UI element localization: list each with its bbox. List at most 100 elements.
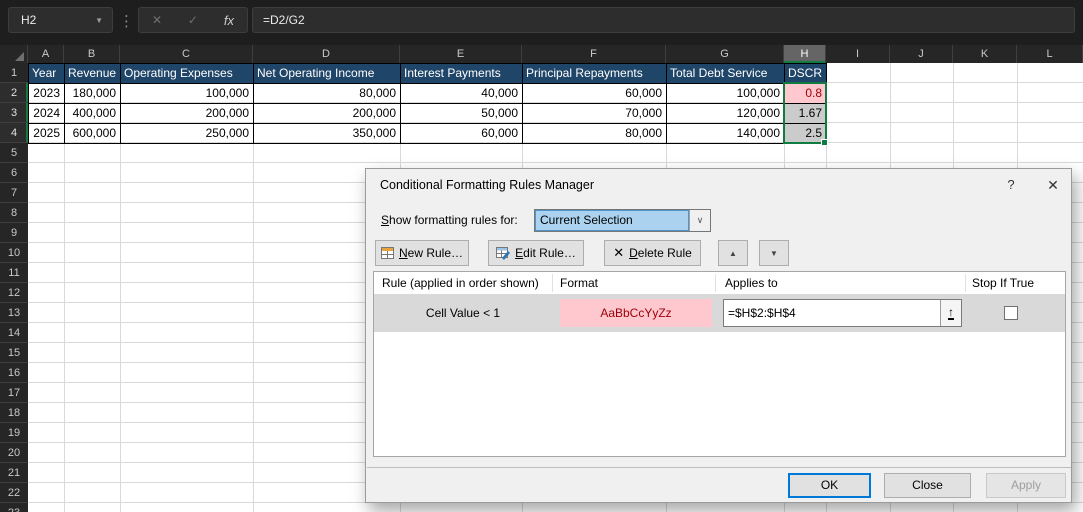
row-header-19[interactable]: 19 bbox=[0, 423, 28, 443]
row-header-14[interactable]: 14 bbox=[0, 323, 28, 343]
cell-A2[interactable]: 2023 bbox=[29, 84, 65, 104]
stop-if-true-checkbox[interactable] bbox=[1004, 306, 1018, 320]
cell-C3[interactable]: 200,000 bbox=[121, 104, 254, 124]
cell-B2[interactable]: 180,000 bbox=[65, 84, 121, 104]
row-header-17[interactable]: 17 bbox=[0, 383, 28, 403]
close-button[interactable]: Close bbox=[884, 473, 971, 498]
cell-C1[interactable]: Operating Expenses bbox=[121, 64, 254, 84]
cell-F3[interactable]: 70,000 bbox=[523, 104, 667, 124]
row-header-12[interactable]: 12 bbox=[0, 283, 28, 303]
cell-E2[interactable]: 40,000 bbox=[401, 84, 523, 104]
cell-D3[interactable]: 200,000 bbox=[254, 104, 401, 124]
row-header-23[interactable]: 23 bbox=[0, 503, 28, 512]
column-header-B[interactable]: B bbox=[64, 45, 120, 63]
rule-row[interactable]: Cell Value < 1 AaBbCcYyZz ↑ bbox=[374, 294, 1065, 332]
cell-D4[interactable]: 350,000 bbox=[254, 124, 401, 144]
insert-function-icon[interactable]: fx bbox=[224, 13, 234, 28]
formula-bar-strip: H2 ▼ ⋮ ✕ ✓ fx =D2/G2 bbox=[0, 0, 1083, 45]
ok-button[interactable]: OK bbox=[788, 473, 871, 498]
row-header-18[interactable]: 18 bbox=[0, 403, 28, 423]
cell-B4[interactable]: 600,000 bbox=[65, 124, 121, 144]
row-header-7[interactable]: 7 bbox=[0, 183, 28, 203]
row-header-1[interactable]: 1 bbox=[0, 63, 28, 83]
cell-C2[interactable]: 100,000 bbox=[121, 84, 254, 104]
cell-G4[interactable]: 140,000 bbox=[667, 124, 785, 144]
rule-name: Cell Value < 1 bbox=[425, 306, 501, 320]
enter-icon[interactable]: ✓ bbox=[188, 13, 198, 27]
cell-A4[interactable]: 2025 bbox=[29, 124, 65, 144]
range-picker-icon: ↑ bbox=[948, 304, 954, 320]
applies-to-input[interactable] bbox=[724, 300, 940, 326]
column-header-D[interactable]: D bbox=[253, 45, 400, 63]
name-box-dropdown-icon[interactable]: ▼ bbox=[95, 16, 103, 25]
fill-handle[interactable] bbox=[821, 139, 828, 146]
formula-input[interactable]: =D2/G2 bbox=[252, 7, 1075, 33]
cell-H2[interactable]: 0.8 bbox=[785, 84, 827, 104]
move-rule-down-button[interactable]: ▼ bbox=[759, 240, 789, 266]
column-header-E[interactable]: E bbox=[400, 45, 522, 63]
column-header-H[interactable]: H bbox=[784, 45, 826, 63]
row-header-15[interactable]: 15 bbox=[0, 343, 28, 363]
column-header-F[interactable]: F bbox=[522, 45, 666, 63]
row-header-9[interactable]: 9 bbox=[0, 223, 28, 243]
cell-G2[interactable]: 100,000 bbox=[667, 84, 785, 104]
cell-F1[interactable]: Principal Repayments bbox=[523, 64, 667, 84]
show-rules-label: Show formatting rules for: bbox=[381, 213, 518, 227]
row-header-10[interactable]: 10 bbox=[0, 243, 28, 263]
cell-G3[interactable]: 120,000 bbox=[667, 104, 785, 124]
formula-controls: ✕ ✓ fx bbox=[138, 7, 248, 33]
row-header-2[interactable]: 2 bbox=[0, 83, 28, 103]
edit-rule-button[interactable]: Edit Rule… bbox=[488, 240, 584, 266]
cell-H3[interactable]: 1.67 bbox=[785, 104, 827, 124]
row-header-16[interactable]: 16 bbox=[0, 363, 28, 383]
range-picker-button[interactable]: ↑ bbox=[940, 300, 961, 326]
column-header-C[interactable]: C bbox=[120, 45, 253, 63]
apply-button[interactable]: Apply bbox=[986, 473, 1066, 498]
move-rule-up-button[interactable]: ▲ bbox=[718, 240, 748, 266]
cell-E1[interactable]: Interest Payments bbox=[401, 64, 523, 84]
row-header-5[interactable]: 5 bbox=[0, 143, 28, 163]
row-header-21[interactable]: 21 bbox=[0, 463, 28, 483]
cell-F2[interactable]: 60,000 bbox=[523, 84, 667, 104]
cell-A3[interactable]: 2024 bbox=[29, 104, 65, 124]
column-header-J[interactable]: J bbox=[890, 45, 953, 63]
row-header-4[interactable]: 4 bbox=[0, 123, 28, 143]
cell-B1[interactable]: Revenue bbox=[65, 64, 121, 84]
row-header-22[interactable]: 22 bbox=[0, 483, 28, 503]
show-rules-dropdown[interactable]: Current Selection ∨ bbox=[534, 209, 711, 232]
new-rule-button[interactable]: New Rule… bbox=[375, 240, 469, 266]
row-header-3[interactable]: 3 bbox=[0, 103, 28, 123]
cell-D1[interactable]: Net Operating Income bbox=[254, 64, 401, 84]
delete-rule-icon: ✕ bbox=[613, 245, 625, 260]
column-header-G[interactable]: G bbox=[666, 45, 784, 63]
name-box[interactable]: H2 ▼ bbox=[8, 7, 113, 33]
list-header-separator bbox=[965, 274, 966, 292]
cell-D2[interactable]: 80,000 bbox=[254, 84, 401, 104]
table-row: 2023 180,000 100,000 80,000 40,000 60,000 100,… bbox=[29, 84, 827, 104]
select-all-corner[interactable] bbox=[0, 45, 28, 63]
cell-C4[interactable]: 250,000 bbox=[121, 124, 254, 144]
column-header-A[interactable]: A bbox=[28, 45, 64, 63]
cell-G1[interactable]: Total Debt Service bbox=[667, 64, 785, 84]
delete-rule-button[interactable]: ✕ Delete Rule bbox=[604, 240, 701, 266]
cell-E4[interactable]: 60,000 bbox=[401, 124, 523, 144]
row-header-8[interactable]: 8 bbox=[0, 203, 28, 223]
row-header-13[interactable]: 13 bbox=[0, 303, 28, 323]
column-header-K[interactable]: K bbox=[953, 45, 1017, 63]
column-header-I[interactable]: I bbox=[826, 45, 890, 63]
dialog-title: Conditional Formatting Rules Manager bbox=[380, 178, 594, 192]
cell-E3[interactable]: 50,000 bbox=[401, 104, 523, 124]
applies-to-field[interactable]: ↑ bbox=[723, 299, 962, 327]
row-header-6[interactable]: 6 bbox=[0, 163, 28, 183]
row-header-11[interactable]: 11 bbox=[0, 263, 28, 283]
help-icon[interactable]: ? bbox=[1000, 175, 1022, 195]
cell-B3[interactable]: 400,000 bbox=[65, 104, 121, 124]
cancel-icon[interactable]: ✕ bbox=[152, 13, 162, 27]
cell-H1[interactable]: DSCR bbox=[785, 64, 827, 84]
chevron-down-icon[interactable]: ∨ bbox=[689, 210, 710, 231]
column-header-L[interactable]: L bbox=[1017, 45, 1083, 63]
row-header-20[interactable]: 20 bbox=[0, 443, 28, 463]
cell-A1[interactable]: Year bbox=[29, 64, 65, 84]
cell-F4[interactable]: 80,000 bbox=[523, 124, 667, 144]
close-icon[interactable]: ✕ bbox=[1042, 175, 1064, 195]
